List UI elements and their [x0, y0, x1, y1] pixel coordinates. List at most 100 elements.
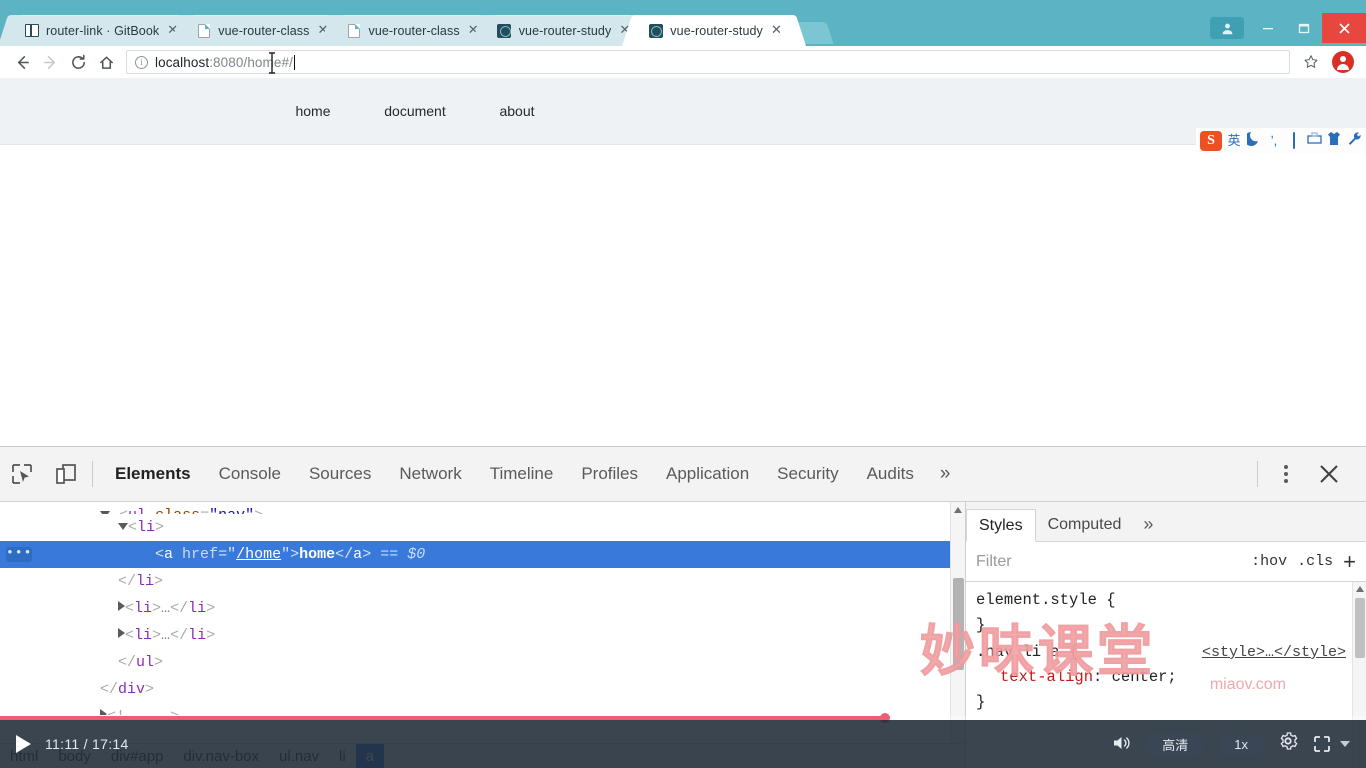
- fullscreen-icon[interactable]: [1312, 735, 1332, 753]
- scrollbar-thumb[interactable]: [953, 578, 964, 670]
- toolbox-icon[interactable]: [1306, 131, 1322, 151]
- dom-line-partial[interactable]: <!-- -->: [0, 703, 965, 715]
- browser-toolbar: i localhost:8080/home#/: [0, 46, 1366, 78]
- tab-title: vue-router-study: [670, 23, 763, 38]
- tab-network[interactable]: Network: [385, 447, 475, 501]
- browser-tab-5-active[interactable]: vue-router-study ✕: [634, 15, 794, 46]
- styles-filter-input[interactable]: Filter: [976, 553, 1241, 571]
- reload-button[interactable]: [64, 48, 92, 76]
- dom-line-li-collapsed-1[interactable]: <li>…</li>: [0, 595, 965, 622]
- style-rule-source-link[interactable]: <style>…</style>: [1202, 640, 1346, 665]
- style-rule-element-style[interactable]: element.style { }: [976, 588, 1366, 638]
- style-property-value[interactable]: center;: [1112, 668, 1177, 686]
- styles-scroll-up-icon[interactable]: [1356, 586, 1364, 592]
- nav-item-document[interactable]: document: [364, 103, 466, 119]
- home-button[interactable]: [92, 48, 120, 76]
- window-close-button[interactable]: [1322, 13, 1366, 43]
- nav-item-about[interactable]: about: [466, 103, 568, 119]
- nav-link-about[interactable]: about: [466, 103, 568, 119]
- video-time-display: 11:11 / 17:14: [45, 736, 129, 752]
- gear-icon[interactable]: [1278, 731, 1298, 757]
- browser-tab-2[interactable]: vue-router-class ✕: [182, 15, 341, 46]
- toolbar-divider-right: [1257, 461, 1258, 487]
- inspect-element-icon[interactable]: [0, 452, 44, 497]
- address-bar[interactable]: i localhost:8080/home#/: [126, 50, 1290, 74]
- dom-line-a-selected[interactable]: ••• <a href="/home">home</a> == $0: [0, 541, 965, 568]
- toggle-class-button[interactable]: .cls: [1297, 553, 1333, 570]
- shirt-icon[interactable]: [1326, 131, 1342, 152]
- style-rule-close-brace: }: [976, 693, 986, 711]
- ime-moon-icon[interactable]: [1244, 130, 1262, 152]
- tab-title: vue-router-study: [518, 23, 612, 38]
- window-minimize-button[interactable]: [1250, 13, 1286, 43]
- tab-close-icon[interactable]: ✕: [769, 23, 784, 38]
- more-tabs-icon[interactable]: »: [928, 463, 963, 485]
- tab-elements[interactable]: Elements: [101, 447, 205, 501]
- devtools-menu-icon[interactable]: [1266, 454, 1306, 494]
- dom-more-badge[interactable]: •••: [6, 546, 32, 562]
- tab-application[interactable]: Application: [652, 447, 763, 501]
- browser-tab-1[interactable]: router-link · GitBook ✕: [10, 15, 191, 46]
- page-icon: [196, 23, 211, 38]
- dom-line-ul-close[interactable]: </ul>: [0, 649, 965, 676]
- dom-line-li-collapsed-2[interactable]: <li>…</li>: [0, 622, 965, 649]
- ime-punctuation-icon[interactable]: ʼ,: [1266, 131, 1282, 151]
- video-quality-button[interactable]: 高清: [1146, 731, 1205, 757]
- nav-item-home[interactable]: home: [262, 103, 364, 119]
- nav-link-document[interactable]: document: [364, 103, 466, 119]
- sogou-logo-icon[interactable]: S: [1200, 131, 1222, 151]
- style-declaration[interactable]: text-align: center;: [976, 665, 1366, 690]
- back-button[interactable]: [8, 48, 36, 76]
- devtools-toolbar: Elements Console Sources Network Timelin…: [0, 447, 1366, 502]
- styles-filter-row: Filter :hov .cls +: [966, 542, 1366, 582]
- chevron-down-icon[interactable]: [1340, 741, 1350, 747]
- dom-line-div-close[interactable]: </div>: [0, 676, 965, 703]
- toolbar-divider: [92, 461, 93, 487]
- forward-button[interactable]: [36, 48, 64, 76]
- nav-link-home[interactable]: home: [262, 103, 364, 119]
- page-info-icon[interactable]: i: [135, 55, 148, 69]
- video-player-controls: 11:11 / 17:14 高清 1x: [0, 713, 1366, 768]
- profile-user-button[interactable]: [1210, 17, 1244, 39]
- styles-scrollbar-thumb[interactable]: [1355, 598, 1365, 658]
- dom-line-li-open[interactable]: <li>: [0, 514, 965, 541]
- play-icon[interactable]: [16, 735, 31, 753]
- tab-title: router-link · GitBook: [46, 23, 160, 38]
- tab-timeline[interactable]: Timeline: [476, 447, 568, 501]
- style-rule-close-brace: }: [976, 616, 986, 634]
- video-speed-button[interactable]: 1x: [1218, 733, 1264, 755]
- tab-audits[interactable]: Audits: [853, 447, 928, 501]
- ime-language-icon[interactable]: 英: [1226, 131, 1242, 151]
- tab-profiles[interactable]: Profiles: [567, 447, 652, 501]
- account-avatar[interactable]: [1332, 51, 1354, 73]
- style-rule-nav-li-a[interactable]: .nav li a { <style>…</style> text-align:…: [976, 640, 1366, 715]
- browser-tab-3[interactable]: vue-router-class ✕: [332, 15, 491, 46]
- tab-console[interactable]: Console: [205, 447, 295, 501]
- browser-tab-4[interactable]: vue-router-study ✕: [482, 15, 643, 46]
- dom-line-ul-open[interactable]: <ul class="nav">: [0, 502, 965, 514]
- tab-sources[interactable]: Sources: [295, 447, 385, 501]
- tab-computed[interactable]: Computed: [1036, 508, 1134, 541]
- toggle-hover-state-button[interactable]: :hov: [1251, 553, 1287, 570]
- dom-attr-href-value[interactable]: /home: [236, 546, 281, 563]
- tab-security[interactable]: Security: [763, 447, 852, 501]
- style-rule-selector[interactable]: element.style {: [976, 588, 1366, 613]
- devtools-close-icon[interactable]: [1306, 454, 1352, 494]
- scroll-up-icon[interactable]: [954, 507, 962, 513]
- tab-strip: router-link · GitBook ✕ vue-router-class…: [0, 13, 1366, 46]
- device-toolbar-icon[interactable]: [44, 452, 88, 497]
- dom-line-li-close[interactable]: </li>: [0, 568, 965, 595]
- vue-icon: [648, 23, 663, 38]
- wrench-icon[interactable]: [1346, 131, 1362, 152]
- volume-icon[interactable]: [1112, 734, 1132, 754]
- keyboard-icon[interactable]: [1286, 131, 1302, 151]
- style-property-name[interactable]: text-align: [976, 668, 1093, 686]
- new-style-rule-button[interactable]: +: [1343, 550, 1356, 572]
- window-controls: [1210, 13, 1366, 43]
- window-maximize-button[interactable]: [1286, 13, 1322, 43]
- styles-more-icon[interactable]: »: [1133, 508, 1163, 541]
- devtools-tab-list: Elements Console Sources Network Timelin…: [101, 447, 962, 501]
- bookmark-star-icon[interactable]: [1298, 49, 1324, 75]
- ime-toolbar[interactable]: S 英 ʼ,: [1196, 128, 1366, 154]
- tab-styles[interactable]: Styles: [966, 509, 1036, 542]
